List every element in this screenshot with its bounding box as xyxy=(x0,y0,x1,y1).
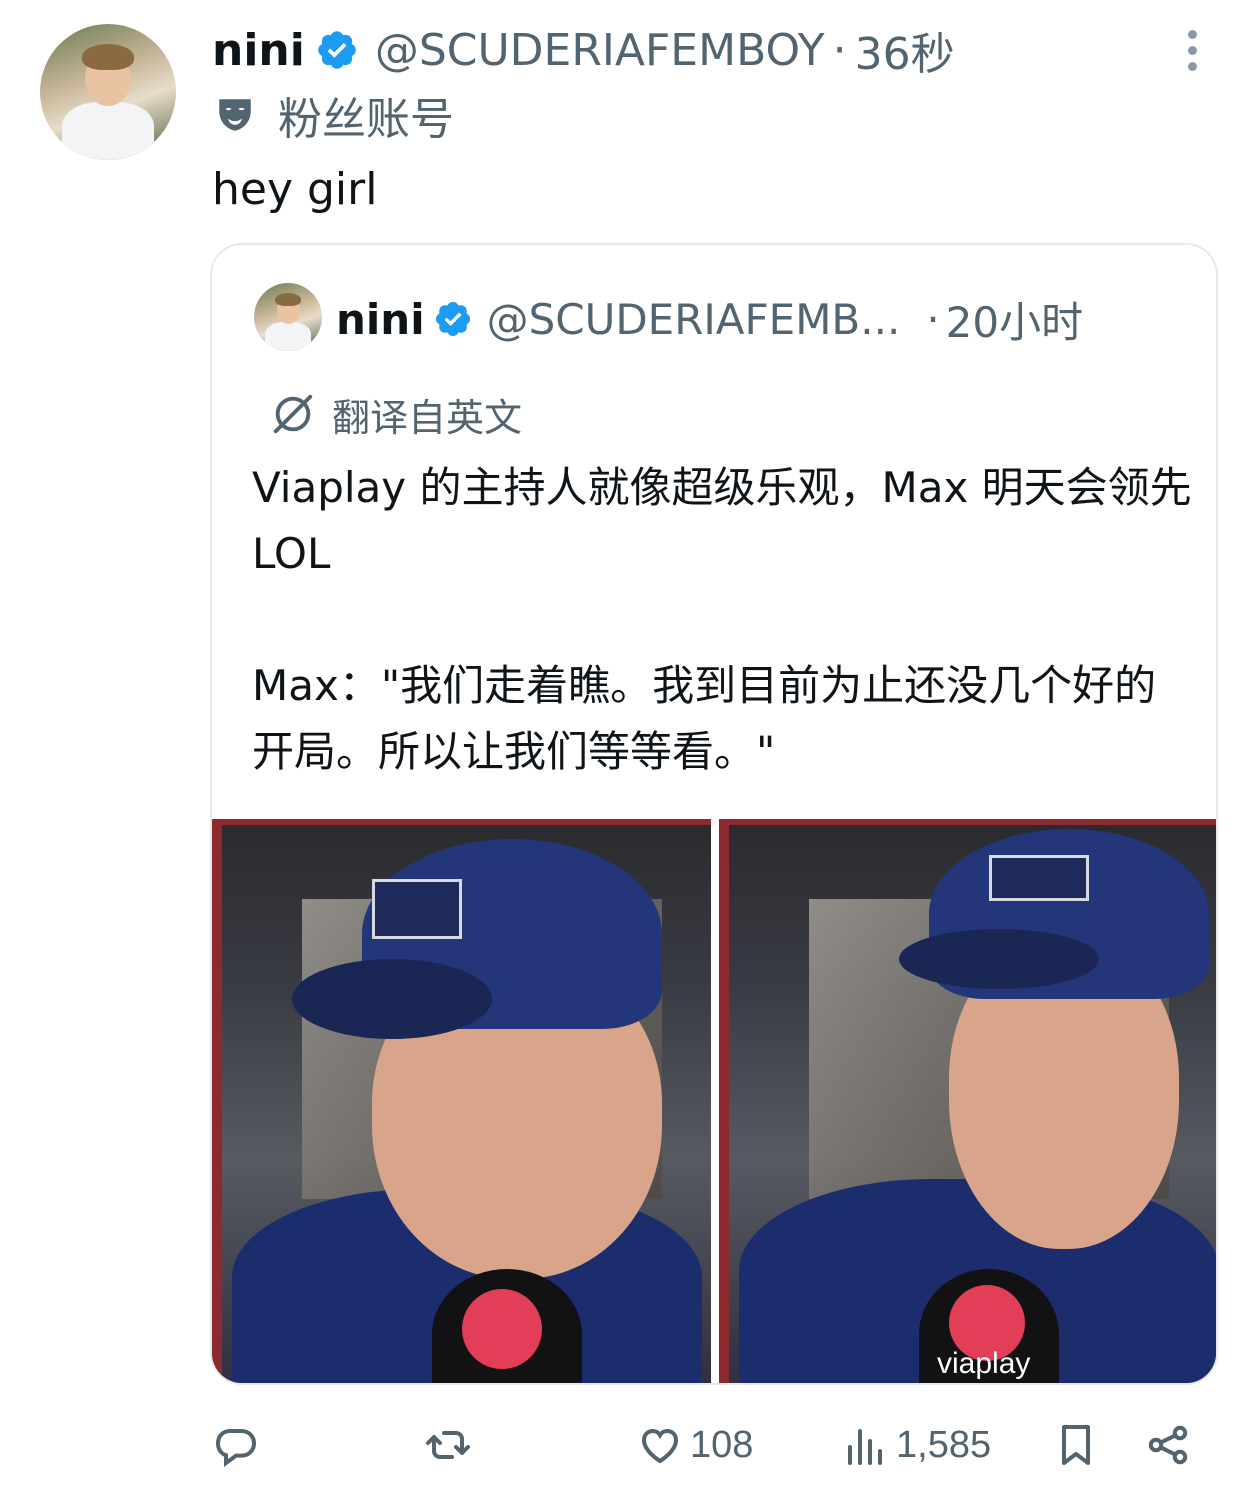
avatar-hair xyxy=(82,44,134,70)
retweet-button[interactable] xyxy=(424,1410,472,1480)
tweet-header: nini @SCUDERIAFEMBOY · 36秒 xyxy=(212,22,955,81)
views-bar-chart-icon xyxy=(848,1429,882,1465)
like-count: 108 xyxy=(690,1423,754,1466)
avatar-shirt xyxy=(265,322,311,351)
translated-from-english-label: 翻译自英文 xyxy=(332,395,523,440)
quoted-media-grid: viaplay xyxy=(212,819,1216,1383)
bookmark-icon xyxy=(1062,1425,1090,1465)
account-label: 粉丝账号 xyxy=(214,90,454,145)
quoted-tweet-header: nini @SCUDERIAFEMB... · 20小时 xyxy=(336,291,1083,347)
reply-icon xyxy=(215,1429,257,1467)
author-avatar[interactable] xyxy=(40,24,176,160)
heart-icon xyxy=(641,1428,679,1464)
separator-dot: · xyxy=(926,294,940,344)
share-icon xyxy=(1148,1425,1188,1465)
photo-cap-brim xyxy=(899,929,1099,989)
tweet-text: hey girl xyxy=(212,164,378,215)
view-count: 1,585 xyxy=(896,1423,992,1466)
photo-cap-brim xyxy=(292,959,492,1039)
more-dot xyxy=(1187,62,1197,71)
quoted-author-name[interactable]: nini xyxy=(336,295,425,344)
separator-dot: · xyxy=(832,24,847,76)
mic-brand-text: viaplay xyxy=(937,1347,1031,1380)
quoted-paragraph-2: Max："我们走着瞧。我到目前为止还没几个好的开局。所以让我们等等看。" xyxy=(252,661,1157,776)
verified-badge-icon xyxy=(435,301,470,337)
like-button[interactable]: 108 xyxy=(636,1410,753,1480)
quoted-tweet-timestamp[interactable]: 20小时 xyxy=(946,289,1083,350)
verified-badge-icon xyxy=(318,31,356,69)
quoted-paragraph-1: Viaplay 的主持人就像超级乐观，Max 明天会领先 LOL xyxy=(252,463,1192,578)
mask-icon xyxy=(219,99,251,131)
author-handle[interactable]: @SCUDERIAFEMBOY xyxy=(375,25,825,76)
translation-notice: 翻译自英文 xyxy=(270,389,523,440)
more-dot xyxy=(1187,30,1197,39)
bookmark-button[interactable] xyxy=(1052,1410,1100,1480)
tweet-timestamp[interactable]: 36秒 xyxy=(855,18,955,82)
share-button[interactable] xyxy=(1144,1410,1192,1480)
quoted-author-avatar[interactable] xyxy=(254,283,322,351)
media-photo-1[interactable] xyxy=(212,819,711,1383)
quoted-tweet[interactable]: nini @SCUDERIAFEMB... · 20小时 翻译自英文 Viapl… xyxy=(210,243,1218,1385)
fan-account-label: 粉丝账号 xyxy=(278,94,454,145)
avatar-hair xyxy=(275,293,301,306)
media-photo-2[interactable]: viaplay xyxy=(719,819,1216,1383)
cap-logo xyxy=(372,879,462,939)
more-dot xyxy=(1187,46,1197,55)
retweet-icon xyxy=(426,1431,470,1459)
cap-logo xyxy=(989,855,1089,901)
avatar-shirt xyxy=(62,102,154,160)
reply-button[interactable] xyxy=(212,1410,260,1480)
author-name[interactable]: nini xyxy=(212,25,305,76)
views-button[interactable]: 1,585 xyxy=(842,1410,991,1480)
mic-brand-logo xyxy=(462,1289,542,1369)
tweet-actions: 108 1,585 xyxy=(0,1410,1260,1480)
translate-globe-icon xyxy=(273,394,313,434)
quoted-tweet-text: Viaplay 的主持人就像超级乐观，Max 明天会领先 LOL Max："我们… xyxy=(252,455,1192,785)
quoted-author-handle[interactable]: @SCUDERIAFEMB... xyxy=(487,295,901,344)
more-options-icon[interactable] xyxy=(1182,30,1202,74)
